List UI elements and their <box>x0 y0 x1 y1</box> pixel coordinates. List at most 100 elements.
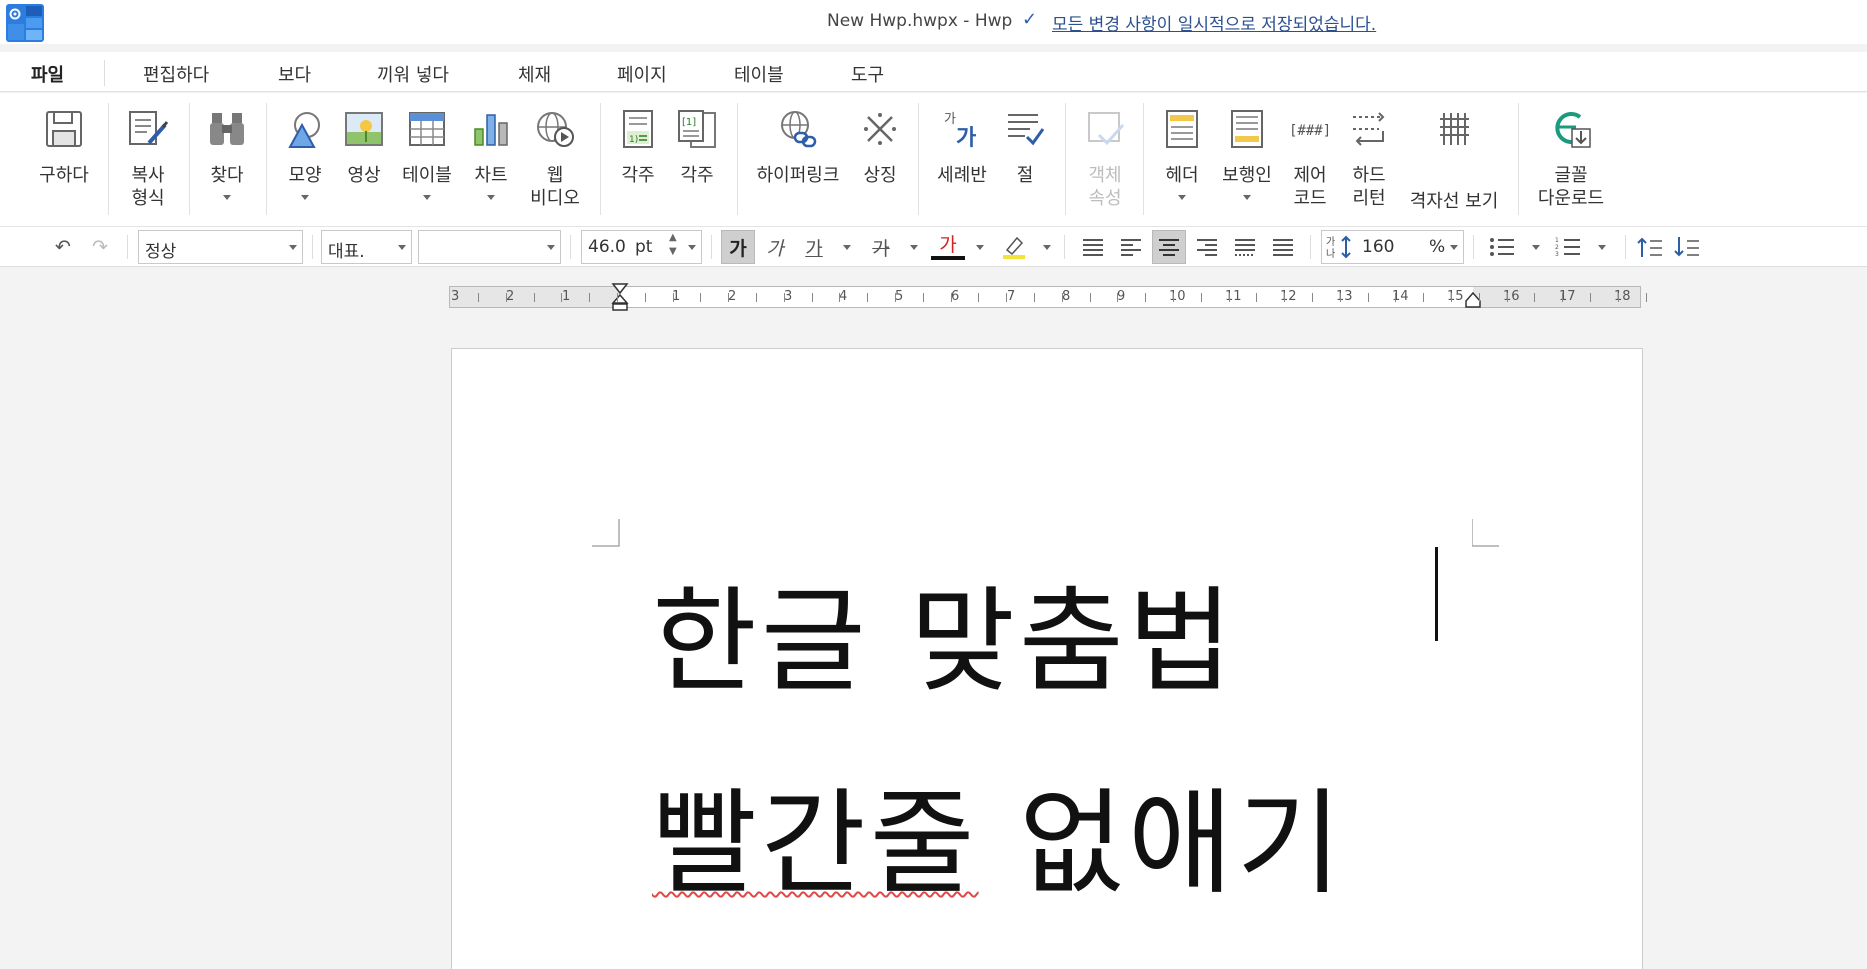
grid-icon <box>1440 113 1469 145</box>
menu-format[interactable]: 체재 <box>518 61 551 87</box>
footer-icon <box>1231 110 1263 148</box>
image-button[interactable]: 영상 <box>334 93 394 227</box>
chevron-down-icon[interactable] <box>487 195 495 200</box>
distribute-button[interactable] <box>1228 230 1262 264</box>
bullet-list-icon <box>1490 238 1514 256</box>
line-spacing-icon: 가 나 <box>1326 235 1351 259</box>
chevron-down-icon[interactable] <box>976 245 984 250</box>
undo-icon[interactable]: ↶ <box>46 230 80 264</box>
redo-icon[interactable]: ↷ <box>83 230 117 264</box>
chevron-down-icon[interactable] <box>1178 195 1186 200</box>
style-select[interactable]: 정상 <box>138 230 303 264</box>
ruby-button[interactable]: 가 가 세례반 <box>932 93 992 227</box>
align-center-icon <box>1159 239 1179 256</box>
copy-format-button[interactable]: 복사 형식 <box>118 93 178 227</box>
highlight-button[interactable] <box>997 230 1031 264</box>
toolbar-divider <box>312 235 313 259</box>
misspelled-word[interactable]: 빨간줄 <box>652 777 979 910</box>
strikethrough-button[interactable]: 가 <box>864 230 898 264</box>
font-color-button[interactable]: 가 <box>931 230 965 260</box>
ruler-tick <box>561 293 563 302</box>
endnote-button[interactable]: [1] 각주 <box>667 93 727 227</box>
chevron-down-icon[interactable] <box>301 195 309 200</box>
chevron-down-icon[interactable] <box>1598 245 1606 250</box>
hwp-app-logo-icon[interactable] <box>6 4 44 42</box>
align-justify-button[interactable] <box>1076 230 1110 264</box>
menu-insert[interactable]: 끼워 넣다 <box>377 61 449 87</box>
save-button[interactable]: 구하다 <box>34 93 94 227</box>
ruler-number: 3 <box>451 289 460 304</box>
web-video-button[interactable]: 웹 비디오 <box>525 93 585 227</box>
font-size-unit: pt <box>635 237 653 257</box>
hyperlink-button[interactable]: 하이퍼링크 <box>757 93 839 227</box>
numbered-list-icon: 123 <box>1555 237 1580 258</box>
line-spacing-field[interactable]: 가 나 160 % <box>1321 230 1464 264</box>
grid-view-button[interactable]: 격자선 보기 <box>1409 93 1499 227</box>
svg-text:1: 1 <box>1555 237 1559 244</box>
shape-button[interactable]: 모양 <box>275 93 335 227</box>
italic-button[interactable]: 가 <box>758 230 792 264</box>
control-code-icon: [###] <box>1289 123 1331 139</box>
chevron-down-icon[interactable] <box>1043 245 1051 250</box>
menu-edit[interactable]: 편집하다 <box>143 61 209 87</box>
align-right-button[interactable] <box>1190 230 1224 264</box>
menu-table[interactable]: 테이블 <box>734 61 784 87</box>
object-properties-button[interactable]: 객체 속성 <box>1075 93 1135 227</box>
ruler-tick <box>1089 293 1091 302</box>
menu-file[interactable]: 파일 <box>31 61 64 87</box>
chevron-down-icon[interactable] <box>843 245 851 250</box>
document-text-rest: 없애기 <box>978 777 1346 910</box>
highlighter-icon <box>1003 236 1025 259</box>
bullet-list-button[interactable] <box>1485 230 1519 264</box>
find-button[interactable]: 찾다 <box>197 93 257 227</box>
align-center-button[interactable] <box>1152 230 1186 264</box>
document-text-line[interactable]: 한글 맞춤법 <box>652 549 1237 714</box>
ruler-tick <box>672 293 674 302</box>
menu-view[interactable]: 보다 <box>278 61 311 87</box>
font-size-field[interactable]: 46.0 pt ▲ ▼ <box>581 230 702 264</box>
underline-button[interactable]: 가 <box>797 230 831 264</box>
ruler-tick <box>895 293 896 302</box>
line-spacing-value: 160 <box>1362 237 1395 257</box>
numbered-list-button[interactable]: 123 <box>1551 230 1585 264</box>
ruler-number: 11 <box>1225 289 1242 304</box>
header-button[interactable]: 헤더 <box>1152 93 1212 227</box>
chevron-down-icon[interactable] <box>423 195 431 200</box>
document-page[interactable]: 한글 맞춤법 빨간줄 없애기 <box>451 348 1643 969</box>
ruler-tick <box>756 293 757 302</box>
horizontal-ruler[interactable]: 3 2 1 1 2 3 4 5 6 7 8 9 10 11 12 13 14 1… <box>449 283 1647 311</box>
ruler-tick <box>533 293 535 302</box>
margin-corner-mark <box>1472 519 1499 547</box>
ruler-tick <box>617 293 618 302</box>
svg-text:[1]: [1] <box>682 117 696 128</box>
indent-marker-icon[interactable] <box>611 283 629 313</box>
stepper-down-icon[interactable]: ▼ <box>669 246 677 257</box>
chevron-down-icon[interactable] <box>1243 195 1251 200</box>
ruler-number: 1 <box>562 289 571 304</box>
chevron-down-icon[interactable] <box>910 245 918 250</box>
menu-page[interactable]: 페이지 <box>617 61 667 87</box>
document-text-line[interactable]: 빨간줄 없애기 <box>652 751 1346 916</box>
symbol-button[interactable]: 상징 <box>850 93 910 227</box>
ruler-number: 12 <box>1280 289 1297 304</box>
table-button[interactable]: 테이블 <box>397 93 457 227</box>
save-status-link[interactable]: 모든 변경 사항이 일시적으로 저장되었습니다. <box>1052 10 1376 35</box>
font-download-button[interactable]: 글꼴 다운로드 <box>1538 93 1604 227</box>
stepper-up-icon[interactable]: ▲ <box>669 232 677 243</box>
toolbar-divider <box>711 235 712 259</box>
chevron-down-icon[interactable] <box>1532 245 1540 250</box>
bold-button[interactable]: 가 <box>721 230 755 264</box>
menu-tools[interactable]: 도구 <box>851 61 884 87</box>
align-left-button[interactable] <box>1114 230 1148 264</box>
chevron-down-icon[interactable] <box>223 195 231 200</box>
toolbar-divider <box>1064 235 1065 259</box>
ribbon-divider <box>266 103 267 215</box>
section-button[interactable]: 절 <box>995 93 1055 227</box>
increase-level-button[interactable] <box>1633 230 1667 264</box>
font-name-select[interactable] <box>418 230 561 264</box>
ruler-number: 13 <box>1336 289 1353 304</box>
divide-button[interactable] <box>1266 230 1300 264</box>
font-group-select[interactable]: 대표. <box>321 230 412 264</box>
footnote-button[interactable]: 1) 각주 <box>608 93 668 227</box>
decrease-level-button[interactable] <box>1670 230 1704 264</box>
